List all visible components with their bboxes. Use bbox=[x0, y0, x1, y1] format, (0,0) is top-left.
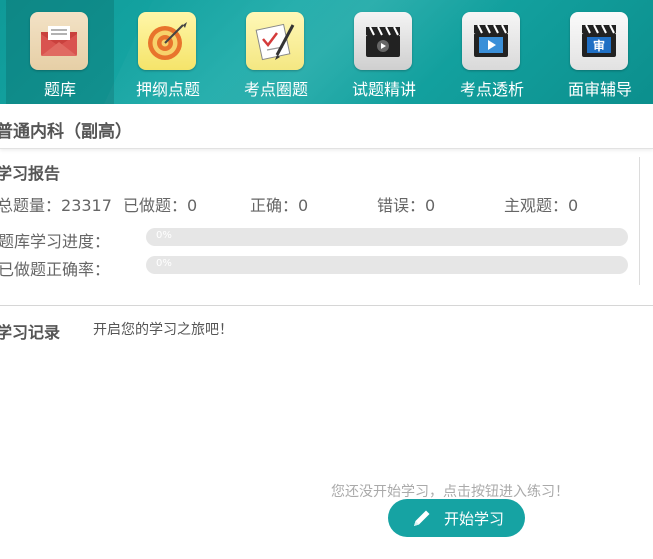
progress-bar-accuracy: 0% bbox=[146, 256, 628, 274]
nav-label: 押纲点题 bbox=[135, 80, 200, 99]
nav-label: 考点透析 bbox=[459, 80, 524, 99]
start-study-button[interactable]: 开始学习 bbox=[388, 499, 525, 537]
stat-wrong: 错误：0 bbox=[377, 192, 435, 216]
nav-label: 面审辅导 bbox=[567, 80, 632, 99]
nav-item-interview-coaching[interactable]: 审 面审辅导 bbox=[546, 0, 653, 104]
stat-correct: 正确：0 bbox=[250, 192, 308, 216]
progress-text: 0% bbox=[156, 258, 172, 269]
report-divider bbox=[639, 157, 640, 285]
nav-label: 考点圈题 bbox=[243, 80, 308, 99]
stat-value: 0 bbox=[298, 196, 309, 215]
stat-label: 正确： bbox=[250, 196, 299, 215]
top-nav: 题库 押纲点题 考点圈题 试题精讲 考点透析 审 面审辅导 bbox=[0, 0, 653, 104]
stat-label: 主观题： bbox=[504, 196, 569, 215]
stat-value: 23317 bbox=[61, 196, 112, 215]
pencil-check-icon bbox=[246, 12, 304, 70]
progress-label-accuracy: 已做题正确率： bbox=[0, 260, 111, 279]
stat-value: 0 bbox=[187, 196, 198, 215]
report-title: 学习报告 bbox=[0, 164, 61, 183]
study-report: 学习报告 总题量：23317 已做题：0 正确：0 错误：0 主观题：0 题库学… bbox=[0, 149, 653, 299]
nav-item-circled-questions[interactable]: 考点圈题 bbox=[222, 0, 330, 104]
stat-subjective: 主观题：0 bbox=[504, 192, 578, 216]
stat-value: 0 bbox=[568, 196, 579, 215]
envelope-icon bbox=[30, 12, 88, 70]
record-title: 学习记录 bbox=[0, 323, 61, 342]
nav-label: 试题精讲 bbox=[351, 80, 416, 99]
record-hint: 开启您的学习之旅吧！ bbox=[93, 322, 233, 338]
nav-item-point-analysis[interactable]: 考点透析 bbox=[438, 0, 546, 104]
stat-done: 已做题：0 bbox=[123, 192, 197, 216]
target-icon bbox=[138, 12, 196, 70]
nav-item-question-bank[interactable]: 题库 bbox=[6, 0, 114, 104]
clapperboard-shen-icon: 审 bbox=[570, 12, 628, 70]
stat-label: 已做题： bbox=[123, 196, 188, 215]
subject-bar: 普通内科（副高） bbox=[0, 104, 653, 149]
clapperboard-play-icon bbox=[354, 12, 412, 70]
progress-label-bank: 题库学习进度： bbox=[0, 232, 111, 251]
stat-value: 0 bbox=[425, 196, 436, 215]
stat-label: 总题量： bbox=[0, 196, 62, 215]
section-divider bbox=[0, 305, 653, 306]
nav-item-key-points[interactable]: 押纲点题 bbox=[114, 0, 222, 104]
svg-text:审: 审 bbox=[593, 38, 605, 53]
start-study-label: 开始学习 bbox=[444, 510, 505, 528]
progress-text: 0% bbox=[156, 230, 172, 241]
nav-item-question-lectures[interactable]: 试题精讲 bbox=[330, 0, 438, 104]
progress-bar-bank: 0% bbox=[146, 228, 628, 246]
empty-hint: 您还没开始学习，点击按钮进入练习！ bbox=[331, 484, 569, 500]
stat-total: 总题量：23317 bbox=[0, 192, 112, 216]
pencil-icon bbox=[414, 510, 430, 526]
nav-label: 题库 bbox=[43, 80, 76, 99]
subject-title: 普通内科（副高） bbox=[0, 122, 132, 142]
stat-label: 错误： bbox=[377, 196, 426, 215]
clapperboard-screen-icon bbox=[462, 12, 520, 70]
